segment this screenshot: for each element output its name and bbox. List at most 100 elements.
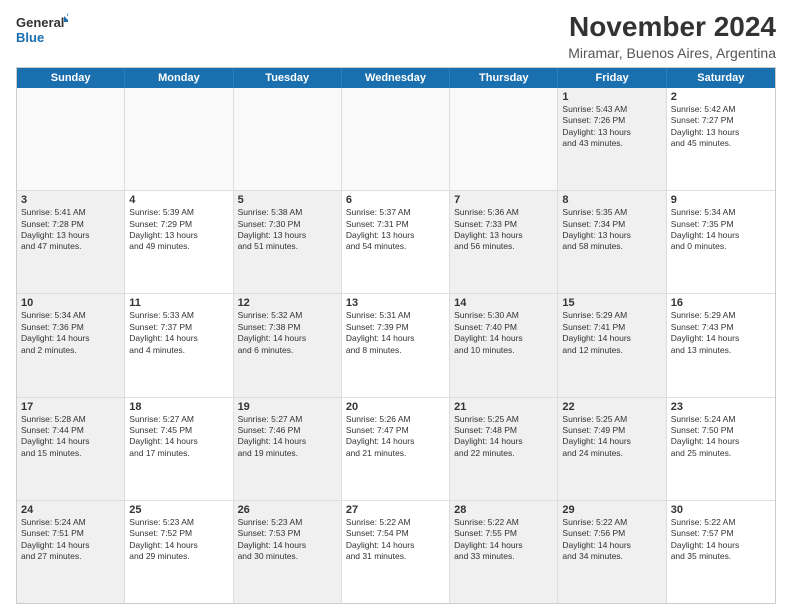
day-info-21: Sunrise: 5:25 AM Sunset: 7:48 PM Dayligh… xyxy=(454,414,553,460)
day-info-14: Sunrise: 5:30 AM Sunset: 7:40 PM Dayligh… xyxy=(454,310,553,356)
day-1: 1Sunrise: 5:43 AM Sunset: 7:26 PM Daylig… xyxy=(558,88,666,190)
day-number-10: 10 xyxy=(21,297,120,309)
day-number-23: 23 xyxy=(671,401,771,413)
day-number-30: 30 xyxy=(671,504,771,516)
logo-svg: General Blue xyxy=(16,12,68,48)
day-number-13: 13 xyxy=(346,297,445,309)
day-info-9: Sunrise: 5:34 AM Sunset: 7:35 PM Dayligh… xyxy=(671,207,771,253)
main-title: November 2024 xyxy=(568,12,776,43)
empty-cell xyxy=(450,88,558,190)
empty-cell xyxy=(234,88,342,190)
day-number-29: 29 xyxy=(562,504,661,516)
day-info-23: Sunrise: 5:24 AM Sunset: 7:50 PM Dayligh… xyxy=(671,414,771,460)
day-8: 8Sunrise: 5:35 AM Sunset: 7:34 PM Daylig… xyxy=(558,191,666,293)
day-info-6: Sunrise: 5:37 AM Sunset: 7:31 PM Dayligh… xyxy=(346,207,445,253)
day-26: 26Sunrise: 5:23 AM Sunset: 7:53 PM Dayli… xyxy=(234,501,342,603)
day-23: 23Sunrise: 5:24 AM Sunset: 7:50 PM Dayli… xyxy=(667,398,775,500)
day-info-26: Sunrise: 5:23 AM Sunset: 7:53 PM Dayligh… xyxy=(238,517,337,563)
day-info-19: Sunrise: 5:27 AM Sunset: 7:46 PM Dayligh… xyxy=(238,414,337,460)
weekday-sunday: Sunday xyxy=(17,68,125,88)
weekday-thursday: Thursday xyxy=(450,68,558,88)
day-info-16: Sunrise: 5:29 AM Sunset: 7:43 PM Dayligh… xyxy=(671,310,771,356)
calendar-row-1: 3Sunrise: 5:41 AM Sunset: 7:28 PM Daylig… xyxy=(17,190,775,293)
day-20: 20Sunrise: 5:26 AM Sunset: 7:47 PM Dayli… xyxy=(342,398,450,500)
day-info-27: Sunrise: 5:22 AM Sunset: 7:54 PM Dayligh… xyxy=(346,517,445,563)
day-info-18: Sunrise: 5:27 AM Sunset: 7:45 PM Dayligh… xyxy=(129,414,228,460)
day-30: 30Sunrise: 5:22 AM Sunset: 7:57 PM Dayli… xyxy=(667,501,775,603)
day-number-18: 18 xyxy=(129,401,228,413)
calendar-row-0: 1Sunrise: 5:43 AM Sunset: 7:26 PM Daylig… xyxy=(17,88,775,190)
day-number-19: 19 xyxy=(238,401,337,413)
day-number-14: 14 xyxy=(454,297,553,309)
day-info-29: Sunrise: 5:22 AM Sunset: 7:56 PM Dayligh… xyxy=(562,517,661,563)
svg-text:Blue: Blue xyxy=(16,30,44,45)
day-number-4: 4 xyxy=(129,194,228,206)
day-number-17: 17 xyxy=(21,401,120,413)
day-22: 22Sunrise: 5:25 AM Sunset: 7:49 PM Dayli… xyxy=(558,398,666,500)
weekday-tuesday: Tuesday xyxy=(234,68,342,88)
day-4: 4Sunrise: 5:39 AM Sunset: 7:29 PM Daylig… xyxy=(125,191,233,293)
day-info-13: Sunrise: 5:31 AM Sunset: 7:39 PM Dayligh… xyxy=(346,310,445,356)
day-number-28: 28 xyxy=(454,504,553,516)
calendar-row-3: 17Sunrise: 5:28 AM Sunset: 7:44 PM Dayli… xyxy=(17,397,775,500)
day-info-8: Sunrise: 5:35 AM Sunset: 7:34 PM Dayligh… xyxy=(562,207,661,253)
day-number-12: 12 xyxy=(238,297,337,309)
day-info-24: Sunrise: 5:24 AM Sunset: 7:51 PM Dayligh… xyxy=(21,517,120,563)
weekday-friday: Friday xyxy=(558,68,666,88)
day-number-16: 16 xyxy=(671,297,771,309)
day-10: 10Sunrise: 5:34 AM Sunset: 7:36 PM Dayli… xyxy=(17,294,125,396)
day-number-1: 1 xyxy=(562,91,661,103)
logo: General Blue xyxy=(16,12,68,48)
day-info-4: Sunrise: 5:39 AM Sunset: 7:29 PM Dayligh… xyxy=(129,207,228,253)
weekday-wednesday: Wednesday xyxy=(342,68,450,88)
day-info-2: Sunrise: 5:42 AM Sunset: 7:27 PM Dayligh… xyxy=(671,104,771,150)
day-number-2: 2 xyxy=(671,91,771,103)
day-number-9: 9 xyxy=(671,194,771,206)
day-11: 11Sunrise: 5:33 AM Sunset: 7:37 PM Dayli… xyxy=(125,294,233,396)
day-16: 16Sunrise: 5:29 AM Sunset: 7:43 PM Dayli… xyxy=(667,294,775,396)
day-number-7: 7 xyxy=(454,194,553,206)
day-25: 25Sunrise: 5:23 AM Sunset: 7:52 PM Dayli… xyxy=(125,501,233,603)
day-6: 6Sunrise: 5:37 AM Sunset: 7:31 PM Daylig… xyxy=(342,191,450,293)
calendar-header: SundayMondayTuesdayWednesdayThursdayFrid… xyxy=(17,68,775,88)
day-number-26: 26 xyxy=(238,504,337,516)
empty-cell xyxy=(342,88,450,190)
weekday-saturday: Saturday xyxy=(667,68,775,88)
day-number-11: 11 xyxy=(129,297,228,309)
day-number-25: 25 xyxy=(129,504,228,516)
day-info-10: Sunrise: 5:34 AM Sunset: 7:36 PM Dayligh… xyxy=(21,310,120,356)
day-info-12: Sunrise: 5:32 AM Sunset: 7:38 PM Dayligh… xyxy=(238,310,337,356)
day-28: 28Sunrise: 5:22 AM Sunset: 7:55 PM Dayli… xyxy=(450,501,558,603)
day-3: 3Sunrise: 5:41 AM Sunset: 7:28 PM Daylig… xyxy=(17,191,125,293)
day-17: 17Sunrise: 5:28 AM Sunset: 7:44 PM Dayli… xyxy=(17,398,125,500)
day-9: 9Sunrise: 5:34 AM Sunset: 7:35 PM Daylig… xyxy=(667,191,775,293)
svg-text:General: General xyxy=(16,15,64,30)
day-number-5: 5 xyxy=(238,194,337,206)
day-number-21: 21 xyxy=(454,401,553,413)
day-2: 2Sunrise: 5:42 AM Sunset: 7:27 PM Daylig… xyxy=(667,88,775,190)
day-info-28: Sunrise: 5:22 AM Sunset: 7:55 PM Dayligh… xyxy=(454,517,553,563)
day-info-1: Sunrise: 5:43 AM Sunset: 7:26 PM Dayligh… xyxy=(562,104,661,150)
title-block: November 2024 Miramar, Buenos Aires, Arg… xyxy=(568,12,776,61)
day-number-20: 20 xyxy=(346,401,445,413)
day-number-6: 6 xyxy=(346,194,445,206)
day-info-22: Sunrise: 5:25 AM Sunset: 7:49 PM Dayligh… xyxy=(562,414,661,460)
day-21: 21Sunrise: 5:25 AM Sunset: 7:48 PM Dayli… xyxy=(450,398,558,500)
day-number-27: 27 xyxy=(346,504,445,516)
page: General Blue November 2024 Miramar, Buen… xyxy=(0,0,792,612)
day-19: 19Sunrise: 5:27 AM Sunset: 7:46 PM Dayli… xyxy=(234,398,342,500)
day-number-3: 3 xyxy=(21,194,120,206)
day-number-15: 15 xyxy=(562,297,661,309)
day-info-30: Sunrise: 5:22 AM Sunset: 7:57 PM Dayligh… xyxy=(671,517,771,563)
calendar-row-4: 24Sunrise: 5:24 AM Sunset: 7:51 PM Dayli… xyxy=(17,500,775,603)
day-info-7: Sunrise: 5:36 AM Sunset: 7:33 PM Dayligh… xyxy=(454,207,553,253)
day-info-20: Sunrise: 5:26 AM Sunset: 7:47 PM Dayligh… xyxy=(346,414,445,460)
day-info-3: Sunrise: 5:41 AM Sunset: 7:28 PM Dayligh… xyxy=(21,207,120,253)
empty-cell xyxy=(17,88,125,190)
day-number-8: 8 xyxy=(562,194,661,206)
day-info-17: Sunrise: 5:28 AM Sunset: 7:44 PM Dayligh… xyxy=(21,414,120,460)
day-24: 24Sunrise: 5:24 AM Sunset: 7:51 PM Dayli… xyxy=(17,501,125,603)
subtitle: Miramar, Buenos Aires, Argentina xyxy=(568,45,776,61)
day-14: 14Sunrise: 5:30 AM Sunset: 7:40 PM Dayli… xyxy=(450,294,558,396)
day-info-11: Sunrise: 5:33 AM Sunset: 7:37 PM Dayligh… xyxy=(129,310,228,356)
